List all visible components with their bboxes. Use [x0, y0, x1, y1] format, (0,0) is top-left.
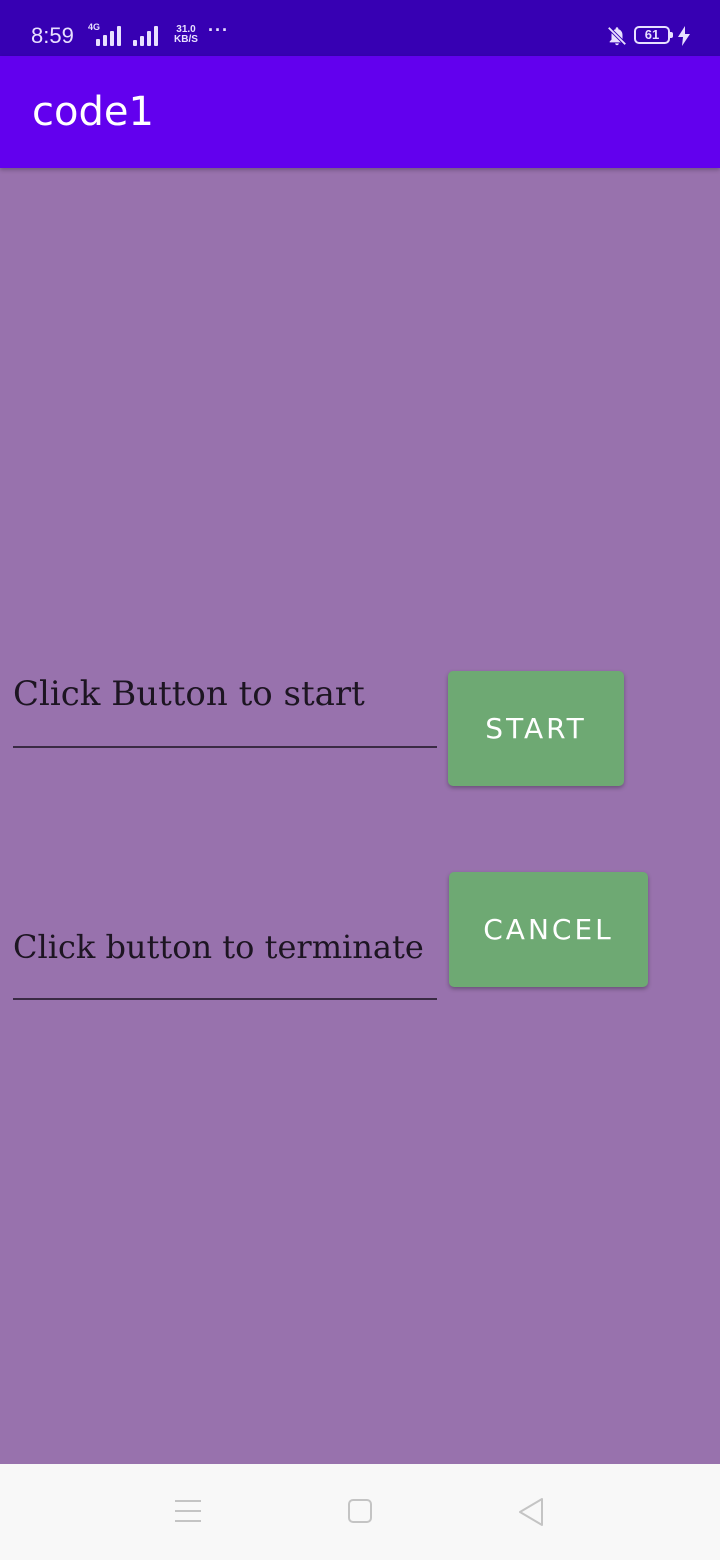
- navigation-bar: [0, 1464, 720, 1560]
- charging-icon: [678, 26, 690, 46]
- app-bar: code1: [0, 56, 720, 168]
- cancel-button[interactable]: CANCEL: [449, 872, 648, 987]
- data-speed: 31.0 KB/S: [171, 25, 201, 45]
- data-speed-unit: KB/S: [174, 34, 198, 45]
- start-text-field[interactable]: Click Button to start: [13, 668, 437, 748]
- status-bar: 8:59 4G 31.0 KB/S ··· 61: [0, 0, 720, 56]
- battery-level: 61: [644, 27, 660, 42]
- menu-icon[interactable]: [158, 1464, 218, 1560]
- app-title: code1: [32, 89, 154, 135]
- signal-icon: [133, 24, 158, 46]
- terminate-text-field[interactable]: Click button to terminate: [13, 922, 437, 1000]
- battery-icon: 61: [634, 26, 673, 44]
- signal-4g-icon: [96, 24, 121, 46]
- status-time: 8:59: [31, 23, 74, 48]
- home-icon[interactable]: [330, 1464, 390, 1560]
- bell-off-icon: [607, 26, 627, 46]
- back-icon[interactable]: [502, 1464, 562, 1560]
- more-notifications-icon: ···: [208, 20, 229, 40]
- start-button[interactable]: START: [448, 671, 624, 786]
